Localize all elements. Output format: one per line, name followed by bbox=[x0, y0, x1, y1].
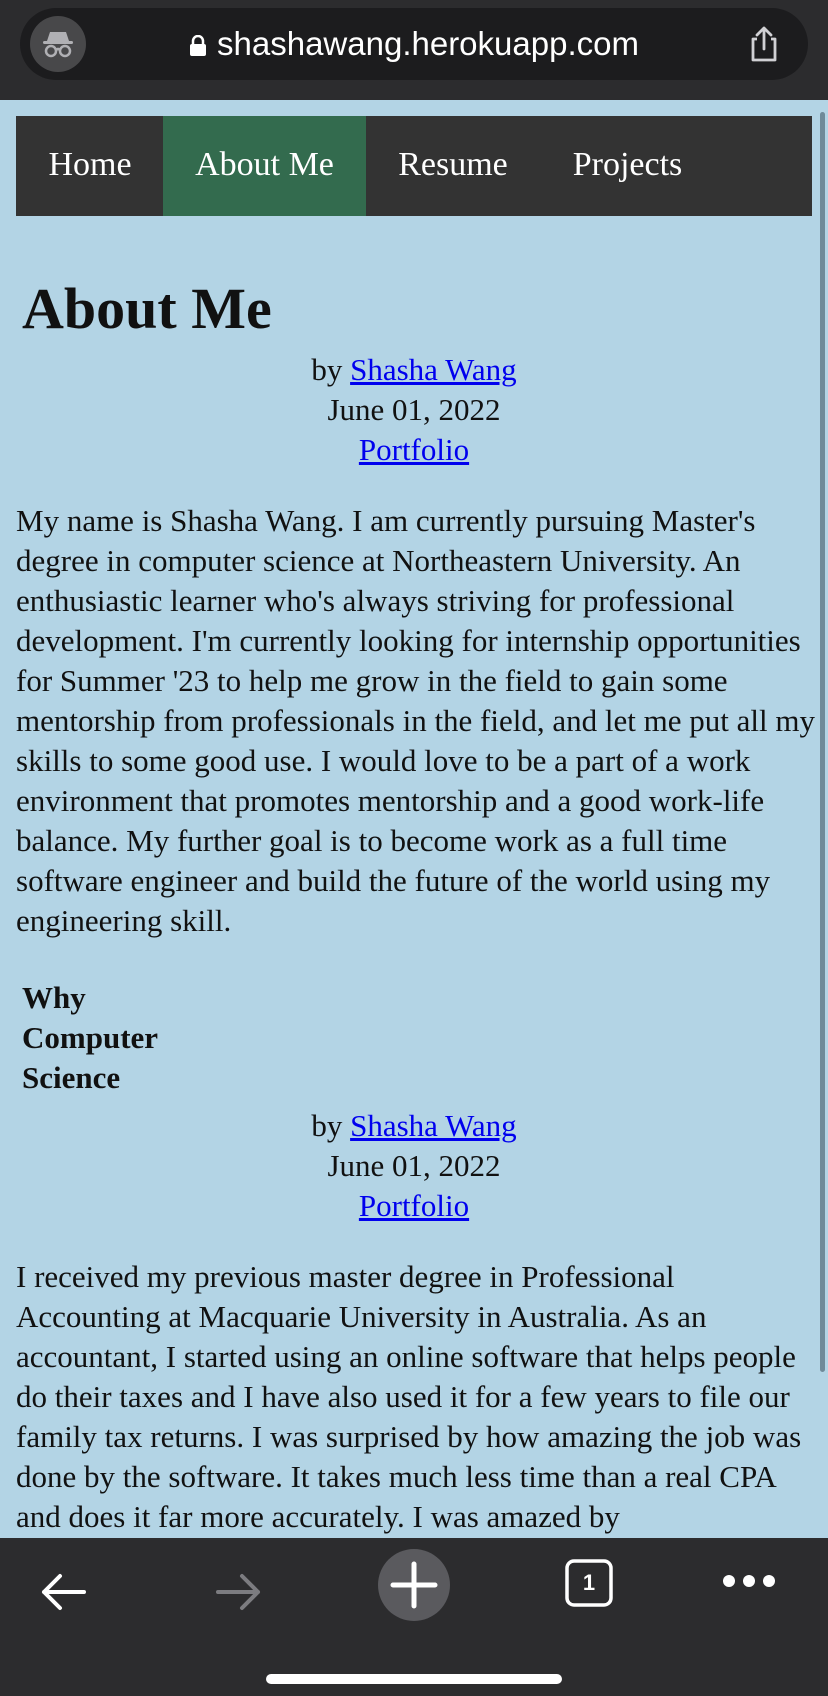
nav-home[interactable]: Home bbox=[16, 116, 164, 216]
category-link-2[interactable]: Portfolio bbox=[359, 1188, 469, 1223]
post-category-2: Portfolio bbox=[0, 1186, 828, 1226]
post-byline: by Shasha Wang bbox=[0, 350, 828, 390]
post-date: June 01, 2022 bbox=[327, 392, 501, 427]
lock-icon bbox=[190, 35, 207, 57]
post-date-2: June 01, 2022 bbox=[327, 1148, 501, 1183]
nav-projects[interactable]: Projects bbox=[540, 116, 715, 216]
post-byline-2: by Shasha Wang bbox=[0, 1106, 828, 1146]
home-indicator[interactable] bbox=[266, 1674, 562, 1684]
tab-count: 1 bbox=[582, 1570, 596, 1595]
back-button[interactable] bbox=[38, 1566, 90, 1623]
nav-resume[interactable]: Resume bbox=[366, 116, 540, 216]
new-tab-button[interactable] bbox=[377, 1548, 451, 1627]
more-icon bbox=[723, 1575, 775, 1587]
forward-button[interactable] bbox=[212, 1566, 264, 1623]
browser-top-bar: shashawang.herokuapp.com bbox=[0, 0, 828, 100]
forward-arrow-icon bbox=[216, 1574, 260, 1610]
post-title: About Me bbox=[22, 276, 272, 341]
post-body-2: I received my previous master degree in … bbox=[16, 1259, 802, 1534]
browser-bottom-bar: 1 bbox=[0, 1538, 828, 1696]
share-icon bbox=[751, 26, 777, 62]
nav-about-me[interactable]: About Me bbox=[163, 116, 366, 216]
url-display[interactable]: shashawang.herokuapp.com bbox=[20, 8, 808, 80]
post-title-2: Why Computer Science bbox=[22, 980, 158, 1095]
by-label-2: by bbox=[311, 1108, 343, 1143]
by-label: by bbox=[311, 352, 343, 387]
plus-icon bbox=[378, 1549, 450, 1621]
author-link[interactable]: Shasha Wang bbox=[350, 352, 517, 387]
url-text: shashawang.herokuapp.com bbox=[217, 25, 639, 62]
category-link[interactable]: Portfolio bbox=[359, 432, 469, 467]
tab-switcher-button[interactable]: 1 bbox=[564, 1558, 614, 1613]
author-link-2[interactable]: Shasha Wang bbox=[350, 1108, 517, 1143]
share-button[interactable] bbox=[744, 24, 784, 64]
post-body: My name is Shasha Wang. I am currently p… bbox=[16, 503, 815, 938]
site-nav: Home About Me Resume Projects bbox=[16, 116, 812, 216]
more-button[interactable] bbox=[722, 1574, 776, 1593]
post-category: Portfolio bbox=[0, 430, 828, 470]
address-bar[interactable]: shashawang.herokuapp.com bbox=[20, 8, 808, 80]
back-arrow-icon bbox=[42, 1574, 86, 1610]
